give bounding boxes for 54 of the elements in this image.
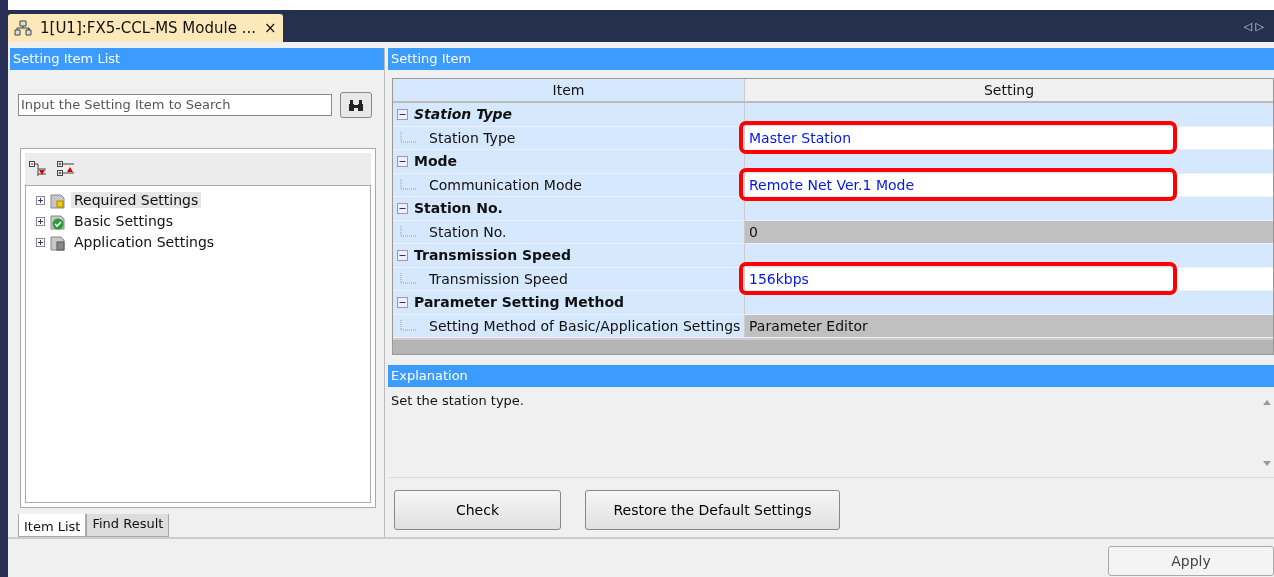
setting-value[interactable]: Remote Net Ver.1 Mode: [745, 173, 919, 196]
tree-line-icon: [397, 225, 419, 238]
binoculars-icon: [348, 97, 364, 112]
setting-value: Parameter Editor: [748, 316, 869, 336]
network-icon: [14, 20, 32, 36]
expand-icon[interactable]: [36, 237, 45, 247]
setting-value[interactable]: 156kbps: [745, 267, 813, 290]
tree-line-icon: [397, 178, 419, 191]
item-label: Station No.: [429, 223, 507, 240]
collapse-icon[interactable]: [397, 155, 408, 167]
item-label: Communication Mode: [429, 176, 582, 193]
group-label: Station No.: [414, 200, 503, 217]
group-label: Parameter Setting Method: [414, 294, 625, 311]
tree-line-icon: [397, 272, 419, 285]
panel-header: Explanation: [388, 365, 1274, 387]
tab[interactable]: Item List: [18, 514, 87, 537]
document-tab[interactable]: 1[U1]:FX5-CCL-MS Module ... ×: [8, 14, 283, 42]
scroll-arrows[interactable]: ◁ ▷: [1243, 19, 1264, 33]
action-button[interactable]: Restore the Default Settings: [585, 490, 840, 530]
search-field[interactable]: Input the Setting Item to Search: [18, 93, 332, 116]
tree-item[interactable]: Basic Settings: [71, 213, 176, 230]
column-header: Item: [393, 79, 745, 101]
collapse-icon[interactable]: [397, 202, 408, 214]
close-button[interactable]: ×: [264, 19, 277, 37]
tree-line-icon: [397, 131, 419, 144]
group-label: Transmission Speed: [414, 247, 572, 264]
folder-icon: [49, 233, 67, 251]
collapse-icon[interactable]: [397, 249, 408, 261]
expand-all-icon[interactable]: [57, 160, 75, 177]
item-label: Station Type: [429, 129, 516, 146]
setting-value[interactable]: Master Station: [745, 126, 856, 149]
tree-item[interactable]: Required Settings: [71, 192, 202, 209]
collapse-icon[interactable]: [397, 108, 408, 120]
item-label: Transmission Speed: [429, 270, 568, 287]
apply-button[interactable]: Apply: [1108, 546, 1274, 576]
search-button[interactable]: [340, 91, 372, 118]
check-folder-icon: [49, 212, 67, 230]
group-label: Mode: [414, 153, 458, 170]
warning-folder-icon: [49, 191, 67, 209]
action-button[interactable]: Check: [394, 490, 561, 530]
panel-header: Setting Item List: [10, 48, 384, 70]
collapse-icon[interactable]: [397, 296, 408, 308]
panel-header: Setting Item: [388, 48, 1274, 70]
item-label: Setting Method of Basic/Application Settings: [429, 317, 741, 334]
column-header: Setting: [982, 81, 1036, 100]
collapse-all-icon[interactable]: [29, 160, 47, 177]
setting-value: 0: [748, 222, 759, 242]
expand-icon[interactable]: [36, 195, 45, 205]
group-label: Station Type: [414, 106, 513, 123]
tree-item[interactable]: Application Settings: [71, 234, 218, 251]
tree-line-icon: [397, 319, 419, 332]
tab[interactable]: Find Result: [86, 514, 170, 537]
expand-icon[interactable]: [36, 216, 45, 226]
explanation-text: Set the station type.: [390, 392, 525, 410]
